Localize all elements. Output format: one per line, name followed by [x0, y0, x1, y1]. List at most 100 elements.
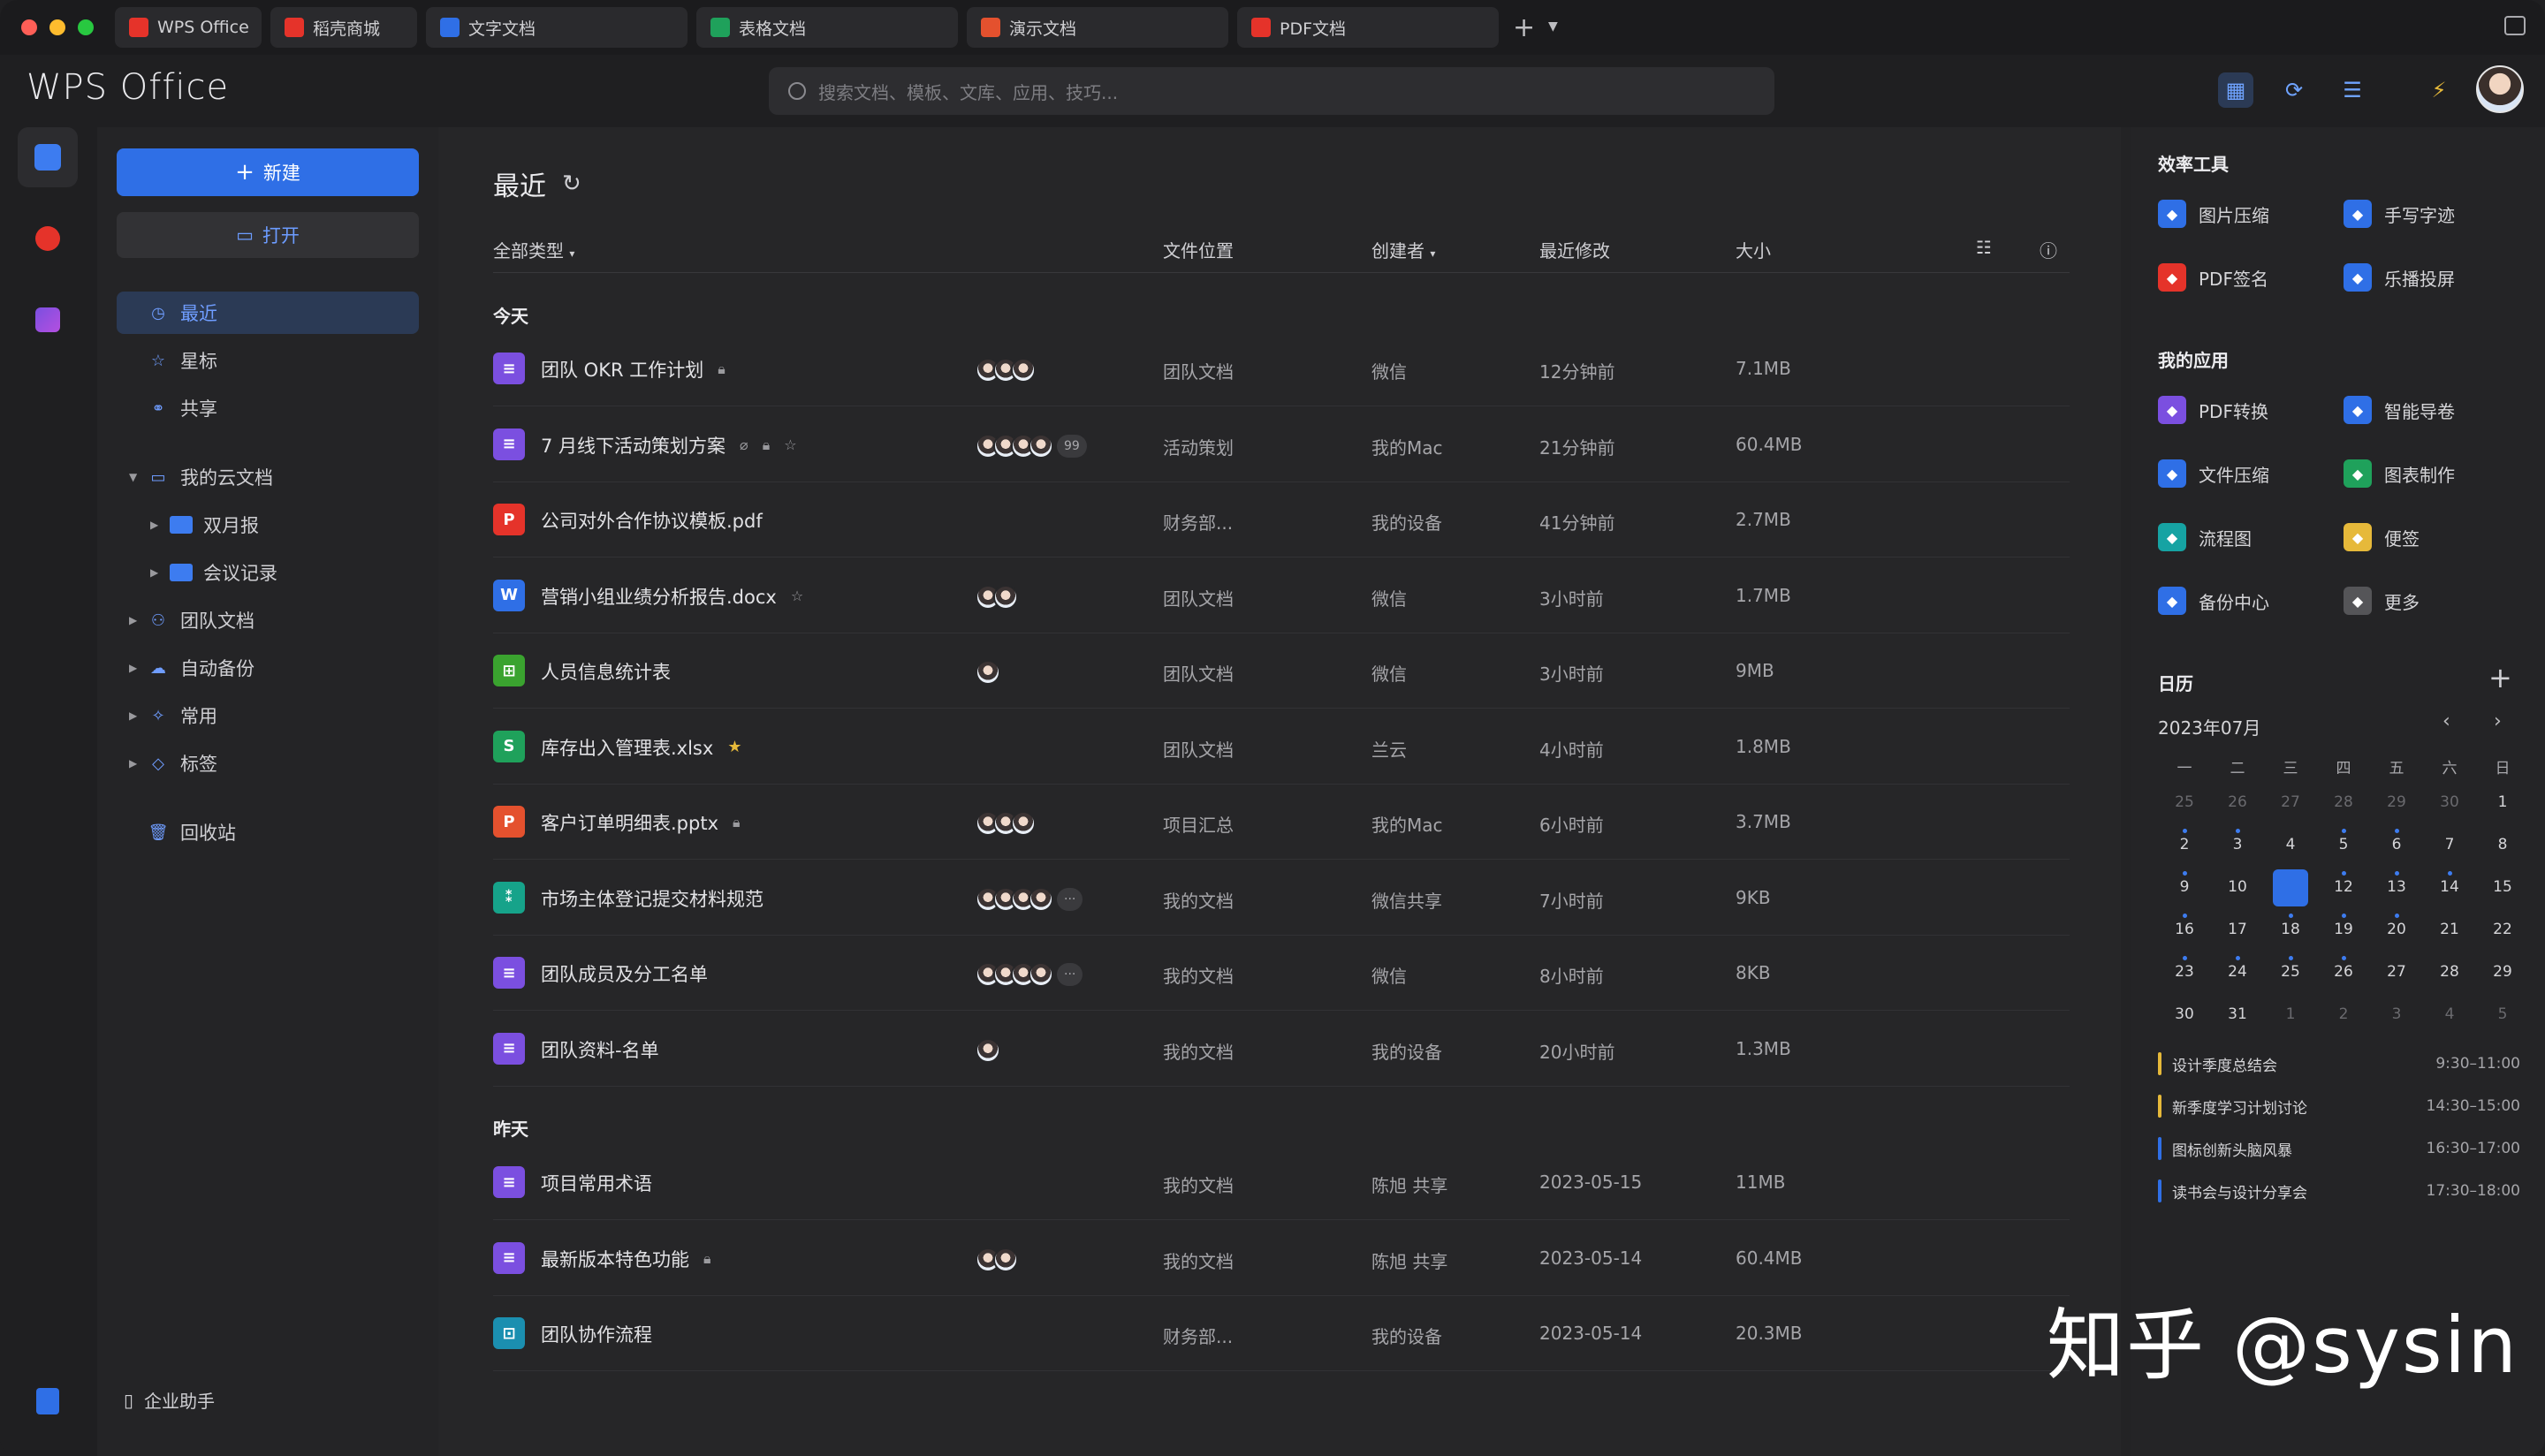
sticky-note-tool[interactable]: ◆ 便签 — [2344, 523, 2420, 551]
calendar-day[interactable]: 2 — [2158, 823, 2211, 866]
calendar-day[interactable]: 15 — [2476, 866, 2529, 908]
file-name[interactable]: 人员信息统计表 — [541, 658, 671, 685]
calendar-day[interactable]: 25 — [2264, 951, 2317, 993]
tab-3[interactable]: 表格文档 — [696, 7, 958, 48]
tab-1[interactable]: 稻壳商城 — [270, 7, 417, 48]
calendar-day[interactable]: 27 — [2370, 951, 2423, 993]
file-compress-tool[interactable]: ◆ 文件压缩 — [2158, 459, 2269, 488]
minimize-window-button[interactable] — [49, 19, 65, 35]
calendar-day[interactable]: 25 — [2158, 781, 2211, 823]
more-apps-tool[interactable]: ◆ 更多 — [2344, 587, 2420, 615]
file-name[interactable]: 公司对外合作协议模板.pdf — [541, 507, 763, 534]
file-location[interactable]: 活动策划 — [1163, 434, 1234, 459]
calendar-day[interactable]: 1 — [2264, 993, 2317, 1035]
open-button[interactable]: ▭ 打开 — [117, 212, 419, 258]
sidebar-item-common[interactable]: ▶ ✧ 常用 — [129, 694, 217, 737]
file-row[interactable]: ≡ 团队成员及分工名单 ··· 我的文档 微信 8小时前 8KB — [493, 936, 2070, 1011]
backup-center-tool[interactable]: ◆ 备份中心 — [2158, 587, 2269, 615]
calendar-day[interactable]: 1 — [2476, 781, 2529, 823]
caret-right-icon[interactable]: ▶ — [129, 757, 143, 770]
file-location[interactable]: 我的文档 — [1163, 1038, 1234, 1064]
collaborators[interactable]: ··· — [976, 886, 1083, 912]
calendar-day[interactable]: 9 — [2158, 866, 2211, 908]
file-name[interactable]: 营销小组业绩分析报告.docx ☆ — [541, 583, 803, 610]
calendar-day[interactable]: 17 — [2211, 908, 2264, 951]
calendar-day[interactable]: 30 — [2158, 993, 2211, 1035]
calendar-day[interactable]: 14 — [2423, 866, 2476, 908]
file-location[interactable]: 我的文档 — [1163, 887, 1234, 913]
calendar-day[interactable]: 26 — [2317, 951, 2370, 993]
sidebar-item-meeting[interactable]: ▶ 会议记录 — [150, 551, 277, 594]
tab-4[interactable]: 演示文档 — [967, 7, 1228, 48]
file-row[interactable]: ≡ 7 月线下活动策划方案 ⌀ 🔒︎ ☆ 99 活动策划 我的Mac 21分钟前 60.4MB — [493, 407, 2070, 482]
file-row[interactable]: P 客户订单明细表.pptx 🔒︎ 项目汇总 我的Mac 6小时前 3.7MB — [493, 785, 2070, 860]
calendar-day[interactable]: 28 — [2423, 951, 2476, 993]
calendar-day[interactable]: 22 — [2476, 908, 2529, 951]
calendar-day[interactable]: 23 — [2158, 951, 2211, 993]
grid-view-icon[interactable]: ▦ — [2218, 72, 2253, 108]
caret-right-icon[interactable]: ▶ — [150, 519, 164, 531]
collaborators[interactable] — [976, 358, 1036, 383]
tab-5[interactable]: PDF文档 — [1237, 7, 1499, 48]
column-creator[interactable]: 创建者 ▾ — [1371, 237, 1435, 262]
file-name[interactable]: 库存出入管理表.xlsx ★ — [541, 734, 741, 761]
calendar-day[interactable]: 29 — [2476, 951, 2529, 993]
close-window-button[interactable] — [21, 19, 37, 35]
file-name[interactable]: 团队 OKR 工作计划 🔒︎ — [541, 356, 726, 383]
file-location[interactable]: 我的文档 — [1163, 962, 1234, 988]
tab-0[interactable]: WPS Office — [115, 7, 262, 48]
pdf-rail-icon[interactable] — [18, 209, 78, 269]
file-location[interactable]: 财务部... — [1163, 1323, 1233, 1348]
calendar-day[interactable]: 31 — [2211, 993, 2264, 1035]
chevron-down-icon[interactable]: ▼ — [1548, 19, 1558, 34]
star-icon[interactable]: ☆ — [791, 588, 803, 604]
sidebar-item-cloud[interactable]: ▼ ▭ 我的云文档 — [129, 456, 273, 498]
caret-right-icon[interactable]: ▶ — [129, 709, 143, 722]
file-row[interactable]: ⊡ 团队协作流程 财务部... 我的设备 2023-05-14 20.3MB — [493, 1296, 2070, 1371]
user-avatar[interactable] — [2476, 65, 2524, 113]
new-tab-button[interactable]: + — [1513, 12, 1535, 43]
collaborators[interactable] — [976, 660, 1000, 685]
calendar-day[interactable]: 10 — [2211, 866, 2264, 908]
calendar-event[interactable]: 图标创新头脑风暴 16:30–17:00 — [2158, 1136, 2520, 1161]
file-location[interactable]: 财务部... — [1163, 509, 1233, 535]
calendar-day-today[interactable]: 11 — [2264, 866, 2317, 908]
chart-make-tool[interactable]: ◆ 图表制作 — [2344, 459, 2455, 488]
caret-right-icon[interactable]: ▶ — [129, 662, 143, 674]
calendar-day[interactable]: 5 — [2476, 993, 2529, 1035]
file-name[interactable]: 7 月线下活动策划方案 ⌀ 🔒︎ ☆ — [541, 432, 797, 459]
file-row[interactable]: P 公司对外合作协议模板.pdf 财务部... 我的设备 41分钟前 2.7MB — [493, 482, 2070, 557]
collaborators[interactable]: 99 — [976, 433, 1087, 459]
caret-down-icon[interactable]: ▼ — [129, 471, 143, 483]
file-location[interactable]: 团队文档 — [1163, 358, 1234, 383]
file-name[interactable]: 市场主体登记提交材料规范 — [541, 885, 764, 912]
calendar-event[interactable]: 新季度学习计划讨论 14:30–15:00 — [2158, 1094, 2520, 1119]
file-location[interactable]: 我的文档 — [1163, 1247, 1234, 1273]
collaborators[interactable] — [976, 1247, 1018, 1272]
file-row[interactable]: ≡ 最新版本特色功能 🔒︎ 我的文档 陈旭 共享 2023-05-14 60.4MB — [493, 1221, 2070, 1296]
calendar-day[interactable]: 28 — [2317, 781, 2370, 823]
file-row[interactable]: ⊞ 人员信息统计表 团队文档 微信 3小时前 9MB — [493, 633, 2070, 709]
next-month-icon[interactable]: › — [2494, 710, 2502, 732]
collaborators[interactable] — [976, 584, 1018, 610]
sidebar-item-trash[interactable]: 🗑 回收站 — [148, 811, 236, 853]
calendar-day[interactable]: 13 — [2370, 866, 2423, 908]
column-size[interactable]: 大小 — [1736, 237, 1771, 262]
calendar-day[interactable]: 21 — [2423, 908, 2476, 951]
calendar-day[interactable]: 5 — [2317, 823, 2370, 866]
file-row[interactable]: ≡ 团队 OKR 工作计划 🔒︎ 团队文档 微信 12分钟前 7.1MB — [493, 331, 2070, 406]
caret-right-icon[interactable]: ▶ — [129, 614, 143, 626]
prev-month-icon[interactable]: ‹ — [2442, 710, 2450, 732]
file-row[interactable]: S 库存出入管理表.xlsx ★ 团队文档 兰云 4小时前 1.8MB — [493, 709, 2070, 785]
sort-settings-icon[interactable]: ☷ — [1976, 237, 1992, 258]
zoom-window-button[interactable] — [78, 19, 94, 35]
calendar-day[interactable]: 2 — [2317, 993, 2370, 1035]
sidebar-toggle-icon[interactable] — [2504, 16, 2526, 35]
membership-icon[interactable]: ⚡ — [2421, 72, 2457, 108]
menu-icon[interactable]: ☰ — [2335, 72, 2370, 108]
collaborators[interactable] — [976, 1037, 1000, 1063]
apps-rail-icon[interactable] — [18, 290, 78, 350]
flowchart-tool[interactable]: ◆ 流程图 — [2158, 523, 2252, 551]
caret-right-icon[interactable]: ▶ — [150, 566, 164, 579]
calendar-day[interactable]: 3 — [2211, 823, 2264, 866]
